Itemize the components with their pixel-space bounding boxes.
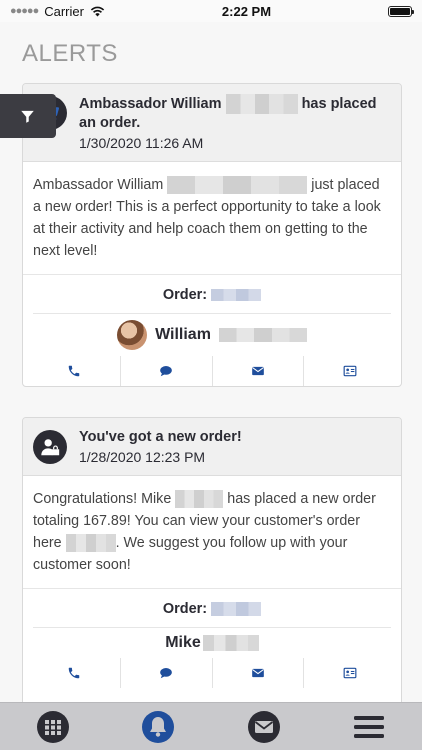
contact-button[interactable] xyxy=(304,356,395,386)
action-bar xyxy=(29,658,395,688)
message-button[interactable] xyxy=(121,658,213,688)
alert-card: You've got a new order! 1/28/2020 12:23 … xyxy=(22,417,402,707)
wifi-icon xyxy=(90,6,105,16)
tab-messages[interactable] xyxy=(246,709,282,745)
person-row[interactable]: William xyxy=(23,314,401,356)
contact-card-icon xyxy=(343,365,357,377)
order-link[interactable]: Order: xyxy=(33,589,391,628)
status-bar: ●●●●● Carrier 2:22 PM xyxy=(0,0,422,22)
alert-title: Ambassador William has placed an order. xyxy=(79,94,377,131)
alert-message: Congratulations! Mike has placed a new o… xyxy=(23,476,401,589)
person-name: Mike xyxy=(165,634,201,651)
person-name: William xyxy=(155,326,211,343)
action-bar xyxy=(29,356,395,386)
chat-icon xyxy=(160,668,172,679)
phone-icon xyxy=(69,667,80,679)
contact-button[interactable] xyxy=(304,658,395,688)
customer-icon xyxy=(33,430,67,464)
signal-icon: ●●●●● xyxy=(10,5,39,17)
mail-icon xyxy=(247,710,280,743)
chat-icon xyxy=(160,366,172,377)
person-row[interactable]: Mike xyxy=(23,628,401,658)
alert-card: Ambassador William has placed an order. … xyxy=(22,83,402,387)
bell-icon xyxy=(142,710,175,743)
alert-date: 1/28/2020 12:23 PM xyxy=(79,449,206,465)
tab-menu[interactable] xyxy=(351,709,387,745)
battery-icon xyxy=(387,5,414,17)
filter-icon xyxy=(21,110,34,123)
grid-icon xyxy=(36,710,69,743)
status-time: 2:22 PM xyxy=(221,3,272,19)
alert-header[interactable]: Ambassador William has placed an order. … xyxy=(23,84,401,162)
mail-icon xyxy=(252,668,264,678)
status-left: ●●●●● Carrier xyxy=(10,4,105,19)
menu-icon xyxy=(354,715,385,738)
call-button[interactable] xyxy=(29,658,121,688)
alert-title: You've got a new order! xyxy=(79,429,242,445)
alert-date: 1/30/2020 11:26 AM xyxy=(79,135,204,151)
filter-button[interactable] xyxy=(0,94,56,138)
tab-dashboard[interactable] xyxy=(35,709,71,745)
order-link[interactable]: Order: xyxy=(33,275,391,314)
carrier-label: Carrier xyxy=(44,3,84,19)
email-button[interactable] xyxy=(213,356,305,386)
alert-header[interactable]: You've got a new order! 1/28/2020 12:23 … xyxy=(23,418,401,476)
message-button[interactable] xyxy=(121,356,213,386)
email-button[interactable] xyxy=(213,658,305,688)
mail-icon xyxy=(252,366,264,376)
tab-alerts[interactable] xyxy=(140,709,176,745)
alert-message: Ambassador William just placed a new ord… xyxy=(23,162,401,275)
page-title: ALERTS xyxy=(22,40,118,67)
avatar xyxy=(117,320,148,350)
contact-card-icon xyxy=(343,667,357,679)
call-button[interactable] xyxy=(29,356,121,386)
tab-bar xyxy=(0,702,422,750)
phone-icon xyxy=(69,365,80,377)
